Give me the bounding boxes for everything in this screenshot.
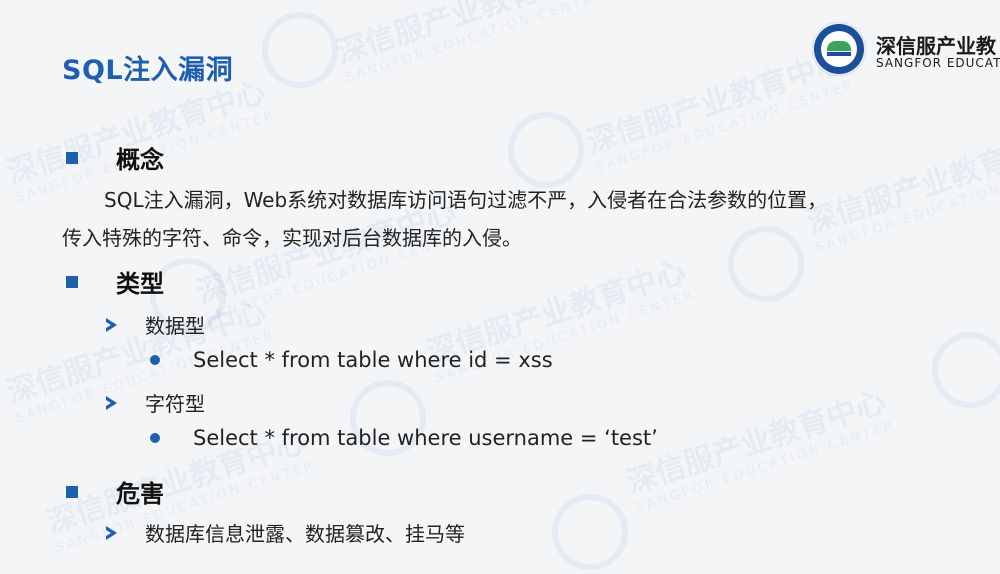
watermark: 深信服产业教育中心SANGFOR EDUCATION CENTER [622, 384, 898, 517]
arrow-bullet-icon [106, 525, 117, 540]
heading-text: 概念 [116, 146, 164, 174]
logo-english-name: SANGFOR EDUCATIO [876, 56, 1000, 70]
square-bullet-icon [66, 485, 78, 498]
concept-paragraph-line2: 传入特殊的字符、命令，实现对后台数据库的入侵。 [62, 226, 522, 250]
concept-paragraph-line1: SQL注入漏洞，Web系统对数据库访问语句过滤不严，入侵者在合法参数的位置， [104, 188, 828, 212]
section-heading-harm: 危害 [66, 474, 164, 509]
sangfor-logo: 深信服产业教 SANGFOR EDUCATIO [812, 22, 1000, 78]
logo-chinese-name: 深信服产业教 [876, 34, 996, 58]
example-text: Select * from table where id = xss [193, 348, 553, 372]
watermark-logo [508, 112, 584, 188]
square-bullet-icon [66, 151, 78, 164]
string-example: Select * from table where username = ‘te… [150, 426, 658, 450]
watermark-logo [728, 226, 804, 302]
example-text: Select * from table where username = ‘te… [193, 426, 658, 450]
square-bullet-icon [66, 275, 78, 288]
arrow-bullet-icon [106, 317, 117, 332]
heading-text: 危害 [116, 480, 164, 508]
heading-text: 类型 [116, 270, 164, 298]
type-item-string: 字符型 [106, 388, 205, 417]
watermark: 深信服产业教育中心SANGFOR EDUCATION CENTER [332, 0, 608, 87]
type-label: 字符型 [145, 392, 205, 416]
slide-title: SQL注入漏洞 [62, 55, 234, 86]
arrow-bullet-icon [106, 395, 117, 410]
watermark-logo [552, 494, 628, 570]
dot-bullet-icon [150, 355, 160, 365]
watermark: 深信服产业教育中心SANGFOR EDUCATION CENTER [802, 124, 1000, 257]
watermark-logo [262, 12, 338, 88]
harm-item: 数据库信息泄露、数据篡改、挂马等 [106, 518, 465, 547]
education-center-badge-icon [812, 22, 866, 76]
numeric-example: Select * from table where id = xss [150, 348, 553, 372]
section-heading-concept: 概念 [66, 140, 164, 175]
slide: 深信服产业教育中心 SANGFOR EDUCATION CENTER 深信服产业教… [0, 0, 1000, 574]
type-item-numeric: 数据型 [106, 310, 205, 339]
type-label: 数据型 [145, 314, 205, 338]
harm-text: 数据库信息泄露、数据篡改、挂马等 [145, 522, 465, 546]
dot-bullet-icon [150, 433, 160, 443]
watermark-logo [932, 332, 1000, 408]
section-heading-types: 类型 [66, 264, 164, 299]
